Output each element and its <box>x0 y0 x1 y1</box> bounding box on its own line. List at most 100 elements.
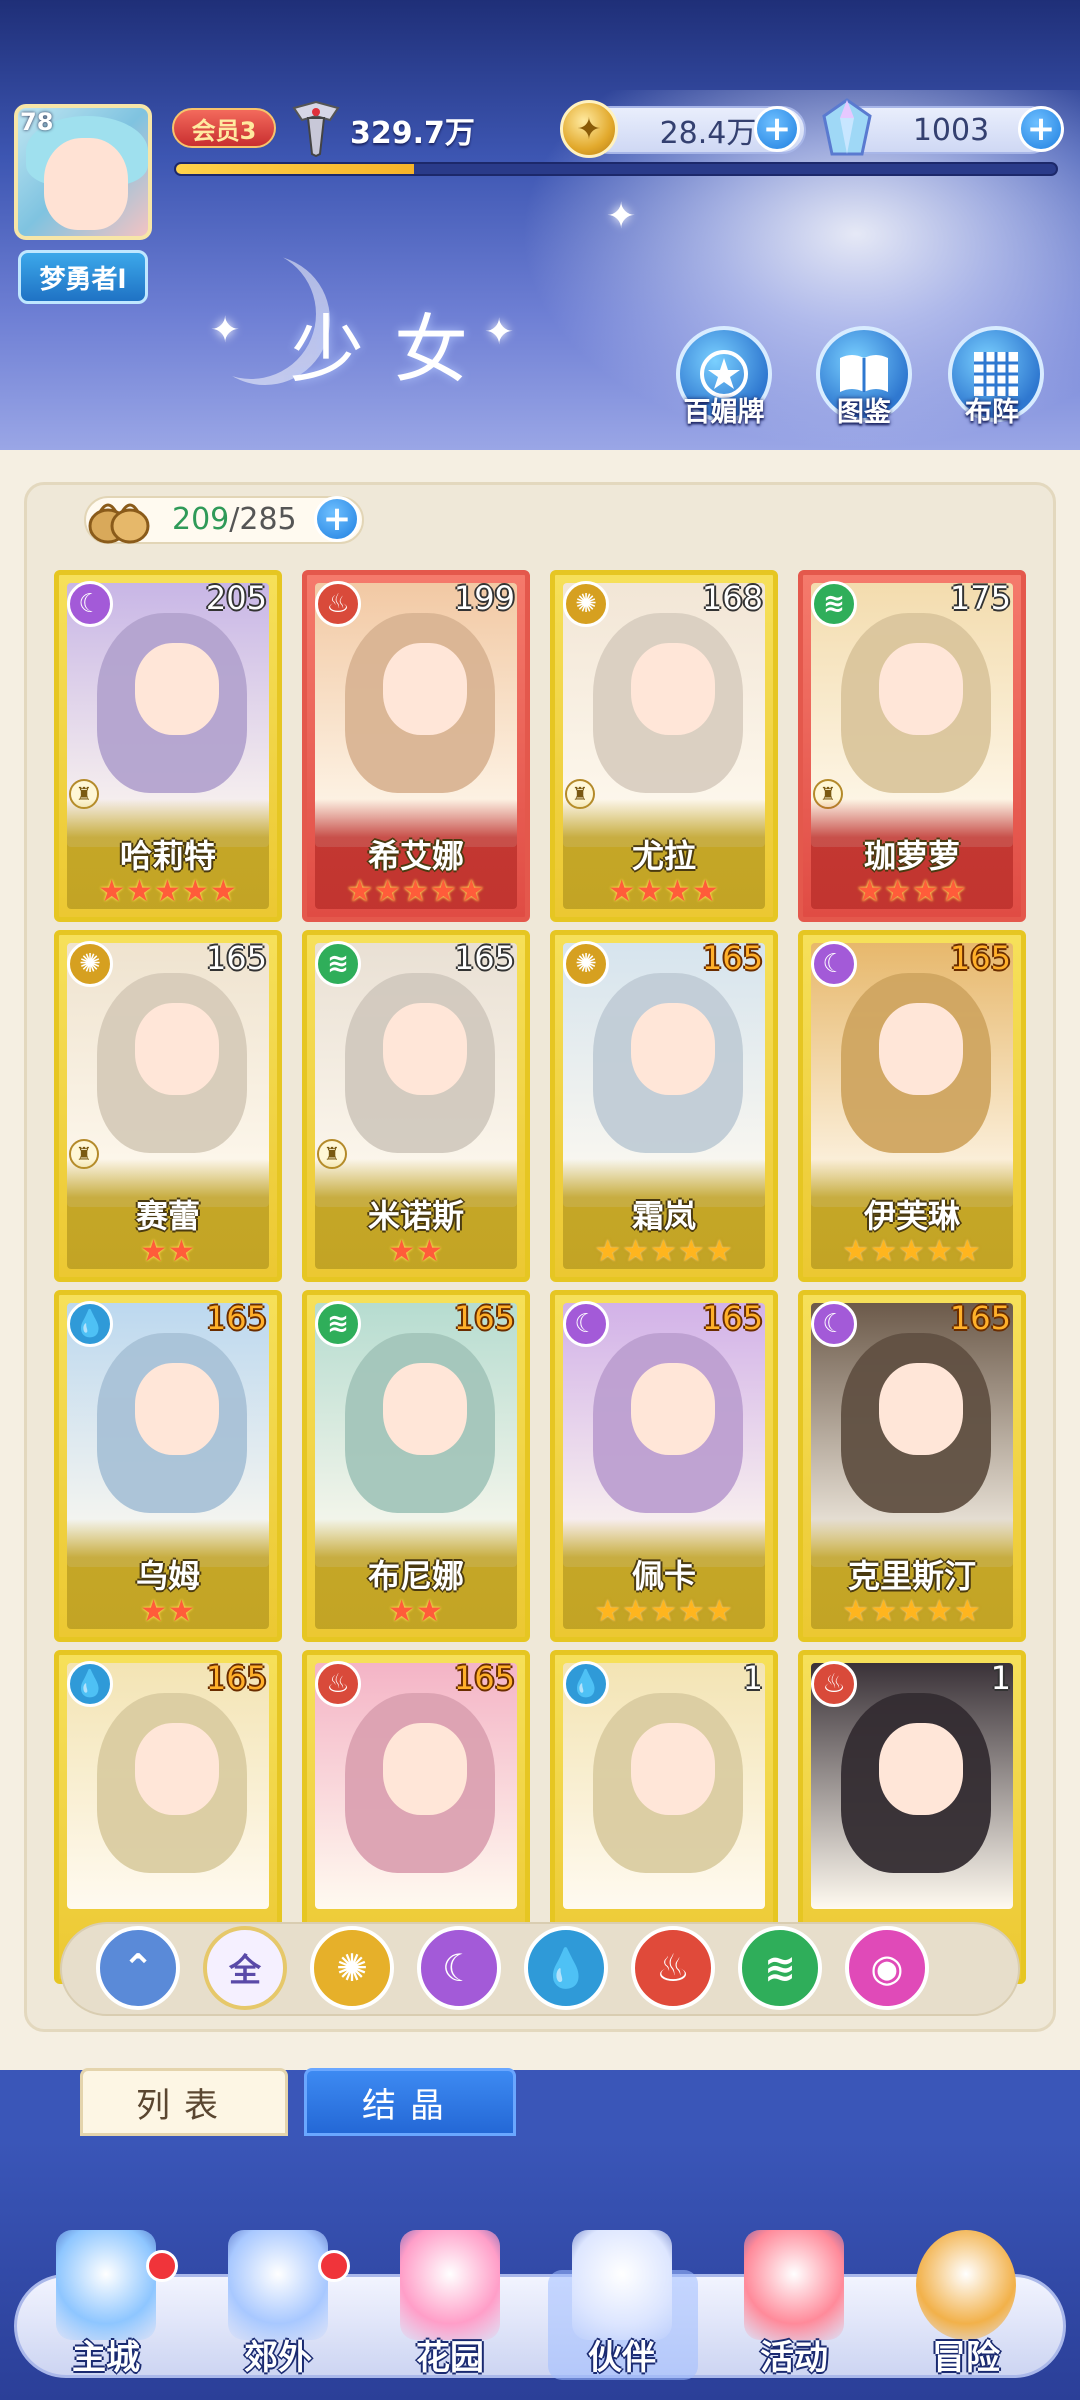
hero-level: 165 <box>205 1659 267 1697</box>
wind-element-icon: ≋ <box>315 941 361 987</box>
moon-filter-icon: ☾ <box>441 1946 477 1990</box>
hero-name: 伊芙琳 <box>863 1197 960 1235</box>
hero-face <box>135 1723 219 1815</box>
hero-level: 1 <box>742 1659 763 1697</box>
charm-cards-label: 百媚牌 <box>683 397 765 428</box>
hero-level: 165 <box>949 1299 1011 1337</box>
hero-face <box>631 1723 715 1815</box>
filter-all-label: 全 <box>228 1951 261 1989</box>
moon-element-icon: ☾ <box>563 1301 609 1347</box>
sun-element-icon: ✺ <box>67 941 113 987</box>
nav-label: 主城 <box>72 2338 140 2378</box>
roster-count: 209/285 <box>172 502 297 537</box>
hero-level: 165 <box>453 939 515 977</box>
vip-badge[interactable]: 会员3 <box>172 108 276 148</box>
filter-sun-button[interactable]: ✺ <box>310 1926 394 2010</box>
hero-name: 哈莉特 <box>119 837 216 875</box>
fire-filter-icon: ♨ <box>655 1946 691 1990</box>
compass-icon <box>916 2230 1016 2340</box>
nav-events[interactable]: 活动 <box>714 2230 874 2390</box>
hero-card[interactable]: ☾ 205 ♜ 哈莉特 ★★★★★ <box>54 570 282 922</box>
hero-card[interactable]: ≋ 165 布尼娜 ★★ <box>302 1290 530 1642</box>
add-gold-button[interactable]: + <box>754 106 800 152</box>
exp-bar-fill <box>176 164 414 174</box>
formation-label: 布阵 <box>965 397 1019 428</box>
nav-outskirts[interactable]: 郊外 <box>198 2230 358 2390</box>
hero-card[interactable]: ≋ 165 ♜ 米诺斯 ★★ <box>302 930 530 1282</box>
hero-name: 尤拉 <box>631 837 696 875</box>
gold-coin-icon: ✦ <box>560 100 618 158</box>
filter-all-button[interactable]: 全 <box>203 1926 287 2010</box>
hero-level: 175 <box>949 579 1011 617</box>
tab-list[interactable]: 列表 <box>80 2068 288 2136</box>
filter-wind-button[interactable]: ≋ <box>738 1926 822 2010</box>
hero-card[interactable]: ☾ 165 克里斯汀 ★★★★★ <box>798 1290 1026 1642</box>
hero-name: 米诺斯 <box>367 1197 464 1235</box>
expand-roster-button[interactable]: + <box>314 496 360 542</box>
hero-card[interactable]: ♨ 199 希艾娜 ★★★★★ <box>302 570 530 922</box>
hero-card[interactable]: ✺ 168 ♜ 尤拉 ★★★★ <box>550 570 778 922</box>
hero-face <box>383 1003 467 1095</box>
filter-water-button[interactable]: 💧 <box>524 1926 608 2010</box>
water-filter-icon: 💧 <box>542 1945 590 1990</box>
hero-face <box>135 1003 219 1095</box>
hero-card[interactable]: ✺ 165 霜岚 ★★★★★ <box>550 930 778 1282</box>
star-rating: ★★★★★ <box>98 874 238 909</box>
special-filter-icon: ◉ <box>870 1946 904 1990</box>
hero-card[interactable]: ☾ 165 伊芙琳 ★★★★★ <box>798 930 1026 1282</box>
add-gem-button[interactable]: + <box>1018 106 1064 152</box>
filter-special-button[interactable]: ◉ <box>845 1926 929 2010</box>
hero-face <box>879 1003 963 1095</box>
roster-bag-icon <box>88 503 150 544</box>
gold-amount: 28.4万 <box>659 116 757 151</box>
nav-label: 花园 <box>416 2338 484 2378</box>
nav-adventure[interactable]: 冒险 <box>886 2230 1046 2390</box>
hero-name: 布尼娜 <box>367 1557 464 1595</box>
hero-face <box>631 1003 715 1095</box>
hero-face <box>383 1723 467 1815</box>
tab-crystal[interactable]: 结晶 <box>304 2068 516 2136</box>
filter-moon-button[interactable]: ☾ <box>417 1926 501 2010</box>
star-rating: ★★ <box>388 1594 444 1629</box>
nav-label: 伙伴 <box>588 2338 656 2378</box>
player-name[interactable]: 梦勇者l <box>18 250 148 304</box>
star-rating: ★★ <box>140 1234 196 1269</box>
nav-partner[interactable]: 伙伴 <box>542 2230 702 2390</box>
nav-label: 冒险 <box>932 2338 1000 2378</box>
filter-sort-button[interactable]: ⌃ <box>96 1926 180 2010</box>
water-element-icon: 💧 <box>563 1661 609 1707</box>
hero-name: 霜岚 <box>631 1197 696 1235</box>
wind-filter-icon: ≋ <box>764 1946 796 1990</box>
hero-face <box>383 643 467 735</box>
gem-amount: 1003 <box>912 112 990 148</box>
roster-max: 285 <box>239 502 297 537</box>
star-rating: ★★★★★ <box>842 1234 982 1269</box>
hero-card[interactable]: ≋ 175 ♜ 珈萝萝 ★★★★ <box>798 570 1026 922</box>
encyclopedia-label: 图鉴 <box>837 397 891 428</box>
notification-dot <box>318 2250 350 2282</box>
star-rating: ★★★★★ <box>842 1594 982 1629</box>
gift-icon <box>744 2230 844 2340</box>
sparkle-icon: ✦ <box>484 312 515 353</box>
hero-card[interactable]: ✺ 165 ♜ 赛蕾 ★★ <box>54 930 282 1282</box>
hero-level: 205 <box>205 579 267 617</box>
nav-garden[interactable]: 花园 <box>370 2230 530 2390</box>
hero-name: 克里斯汀 <box>847 1557 976 1595</box>
hero-name: 佩卡 <box>631 1557 696 1595</box>
combat-power: 329.7万 <box>350 116 475 151</box>
nav-main-city[interactable]: 主城 <box>26 2230 186 2390</box>
filter-fire-button[interactable]: ♨ <box>631 1926 715 2010</box>
hero-face <box>631 643 715 735</box>
hero-card[interactable]: ☾ 165 佩卡 ★★★★★ <box>550 1290 778 1642</box>
power-icon <box>292 100 340 158</box>
player-level: 78 <box>20 108 54 136</box>
gate-icon <box>228 2230 328 2340</box>
moon-element-icon: ☾ <box>67 581 113 627</box>
hero-level: 199 <box>453 579 515 617</box>
hero-face <box>383 1363 467 1455</box>
heart-icon <box>400 2230 500 2340</box>
header-background <box>0 0 1080 450</box>
hero-card[interactable]: 💧 165 乌姆 ★★ <box>54 1290 282 1642</box>
star-rating: ★★ <box>388 1234 444 1269</box>
gem-icon <box>822 98 872 156</box>
